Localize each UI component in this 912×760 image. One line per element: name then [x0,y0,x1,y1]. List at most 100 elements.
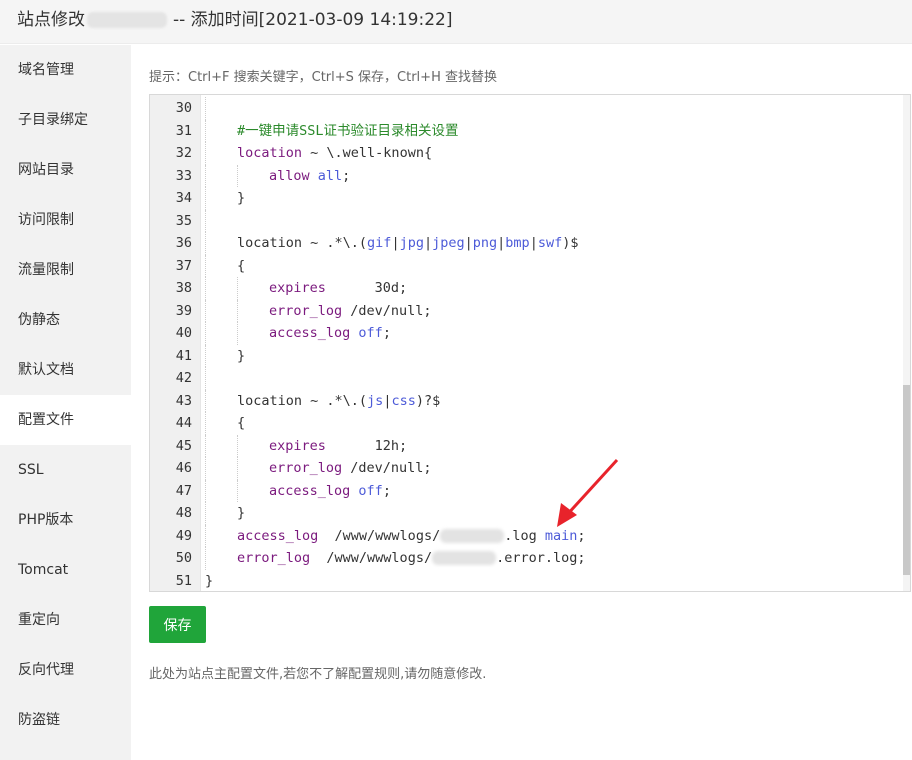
code-token: allow [269,167,310,184]
indent-guide [205,277,206,300]
code-line[interactable]: 48} [150,502,900,525]
code-text: allow all; [269,165,350,188]
code-line[interactable]: 51} [150,570,900,592]
code-token: ; [382,325,391,341]
sidebar-item[interactable]: 伪静态 [0,295,131,345]
code-line[interactable]: 41} [150,344,900,368]
settings-sidebar: 域名管理 子目录绑定 网站目录 访问限制 流量限制 伪静态 默认文档 配置文件 SSL PHP版本… [0,45,131,760]
indent-guide [237,277,238,300]
code-token: access_log [269,325,351,341]
indent-guide [205,344,206,367]
code-text: access_log off; [269,322,391,345]
code-text: error_log /dev/null; [269,457,432,480]
code-line[interactable]: 45 expires 12h; [150,434,900,457]
editor-scrollbar[interactable] [903,95,910,591]
indent-guide [205,97,206,120]
line-number: 47 [175,482,192,499]
sidebar-item[interactable]: Tomcat [0,545,131,595]
save-button[interactable]: 保存 [149,606,206,643]
sidebar-item[interactable]: SSL [0,445,131,495]
code-text: } [237,187,245,210]
sidebar-item[interactable]: 访问限制 [0,195,131,245]
line-number: 49 [175,527,192,544]
code-line[interactable]: 38 expires 30d; [150,277,900,300]
title-prefix: 站点修改 [17,10,85,30]
code-line[interactable]: 36 location ~ .*\.(gif|jpg|jpeg|png|bmp|s… [150,232,900,255]
code-line[interactable]: 33 allow all; [150,164,900,188]
line-number: 41 [175,347,192,364]
line-number: 48 [175,505,192,521]
code-line[interactable]: 37 { [150,254,900,278]
line-number: 46 [175,460,192,476]
code-token: location [237,145,303,161]
sidebar-item[interactable]: PHP版本 [0,495,131,545]
annotation-arrow-icon [557,458,619,527]
code-token: bmp [505,235,530,251]
sidebar-item[interactable]: 默认文档 [0,345,131,395]
indent-guide [205,232,206,255]
sidebar-item[interactable]: 流量限制 [0,245,131,295]
code-line[interactable]: 50 error_log /www/wwwlogs/ .error.log; [150,547,900,570]
code-text: } [237,345,245,368]
code-token: { [237,257,246,274]
code-line[interactable]: 39 error_log /dev/null; [150,299,900,322]
code-lines[interactable]: 30 31 #一键申请SSL证书验证目录相关设置 32 location ~ \.wel… [150,97,900,592]
indent-guide [205,457,206,480]
code-token: /www/wwwlogs/ [310,550,433,566]
indent-guide [205,322,206,345]
indent-guide [237,299,238,322]
code-line[interactable]: 40 access_log off; [150,322,900,345]
redacted-text [440,528,505,543]
code-line[interactable]: 46 error_log /dev/null; [150,457,900,480]
config-footnote: 此处为站点主配置文件,若您不了解配置规则,请勿随意修改. [149,667,487,682]
redacted-text [432,551,497,565]
code-line[interactable]: 42 [150,367,900,390]
code-text: location ~ .*\.(gif|jpg|jpeg|png|bmp|swf… [237,232,578,255]
code-token: .log [504,527,545,544]
code-line[interactable]: 30 [150,97,900,120]
code-line[interactable]: 44 { [150,412,900,435]
code-token: error_log [269,460,343,476]
sidebar-item[interactable]: 配置文件 [0,395,131,445]
line-number: 36 [175,235,192,251]
sidebar-item[interactable]: 域名管理 [0,45,131,95]
code-token: ; [382,482,391,499]
code-token: all [317,167,343,184]
indent-guide [205,119,206,142]
line-number: 39 [175,302,192,319]
code-token: )$ [562,235,579,251]
code-token: location ~ .*\.( [237,235,368,251]
sidebar-item[interactable]: 子目录绑定 [0,95,131,145]
indent-guide [205,547,206,570]
indent-guide [237,457,238,480]
code-line[interactable]: 47 access_log off; [150,479,900,503]
code-token: expires [269,280,326,296]
code-line[interactable]: 34} [150,187,900,210]
code-line[interactable]: 32 location ~ \.well-known{ [150,142,900,165]
line-number: 35 [175,212,192,229]
code-token: jpg [399,235,424,251]
code-line[interactable]: 35 [150,209,900,232]
config-editor[interactable]: 30 31 #一键申请SSL证书验证目录相关设置 32 location ~ \.wel… [149,94,911,592]
indent-guide [237,322,238,345]
line-number: 42 [175,370,192,386]
sidebar-item[interactable]: 反向代理 [0,645,131,695]
code-text: { [237,255,245,278]
code-token: ; [342,167,351,184]
scrollbar-thumb[interactable] [903,385,910,575]
code-token: access_log [237,527,319,544]
code-token: 30d; [325,280,408,296]
code-line[interactable]: 49 access_log /www/wwwlogs/.log main; [150,524,900,547]
sidebar-item[interactable]: 网站目录 [0,145,131,195]
code-token: | [529,235,538,251]
code-token: css [391,392,416,409]
code-line[interactable]: 43 location ~ .*\.(js|css)?$ [150,389,900,412]
indent-guide [237,434,238,457]
indent-guide [205,479,206,502]
code-line[interactable]: 31 #一键申请SSL证书验证目录相关设置 [150,119,900,142]
sidebar-item[interactable]: 防盗链 [0,695,131,745]
code-text: access_log off; [269,480,391,503]
code-text: error_log /www/wwwlogs/ .error.log; [237,547,585,570]
line-number: 50 [175,550,192,566]
sidebar-item[interactable]: 重定向 [0,595,131,645]
